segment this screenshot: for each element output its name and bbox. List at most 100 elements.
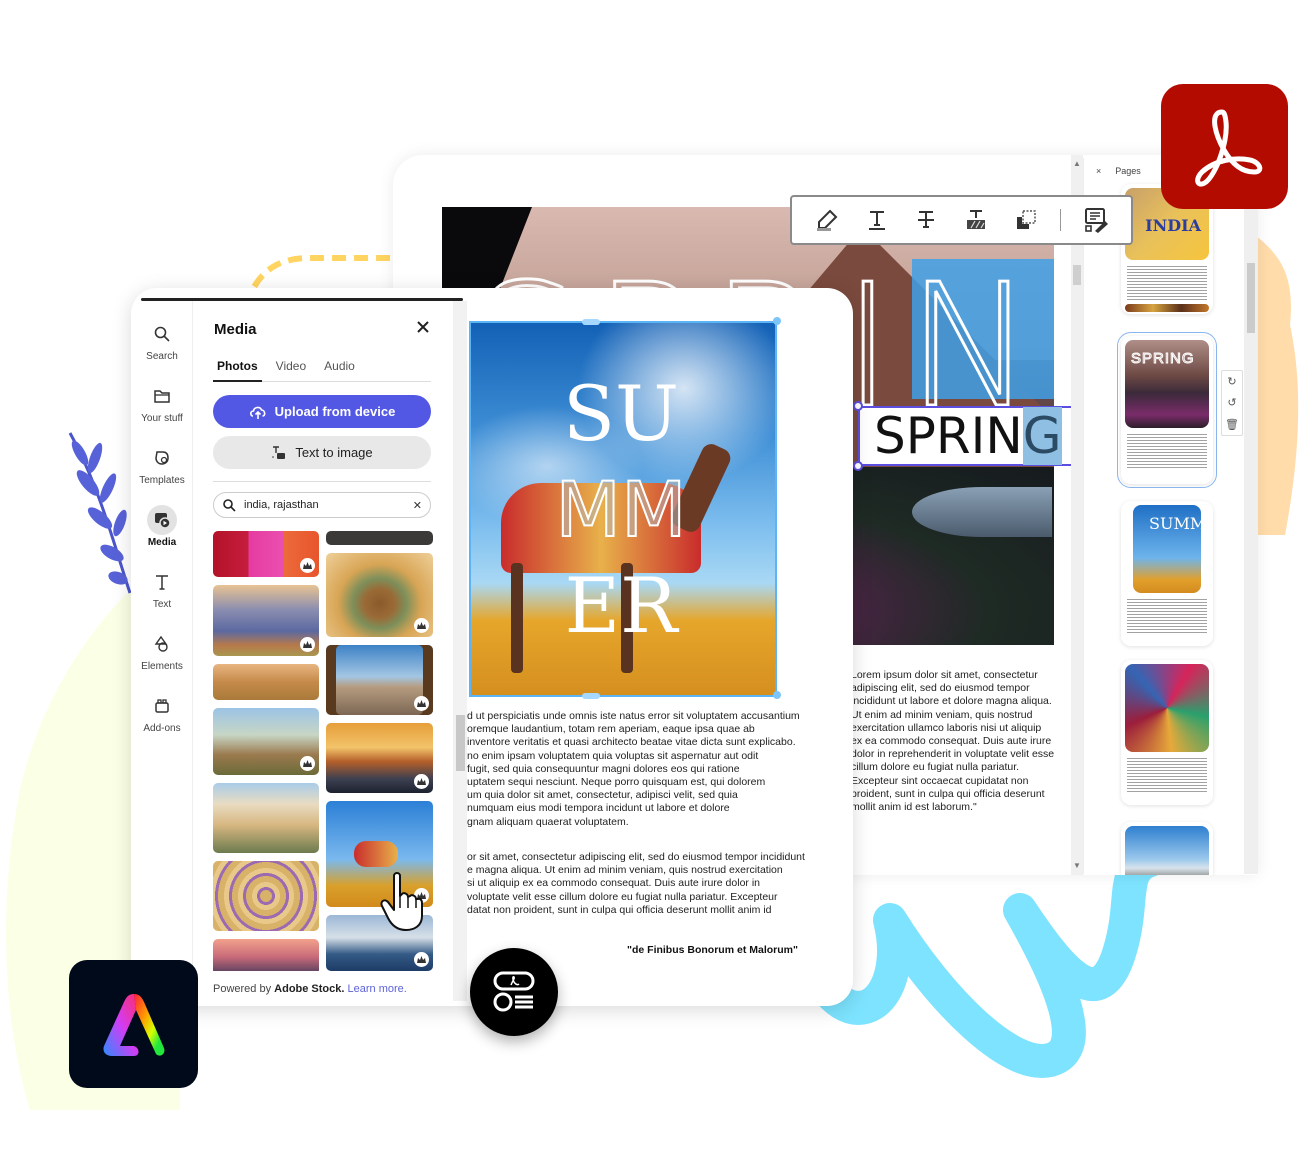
pdf-convert-icon bbox=[493, 971, 535, 1012]
scroll-thumb[interactable] bbox=[1073, 265, 1081, 285]
pages-title: Pages bbox=[1115, 166, 1141, 176]
rail-item-your-stuff[interactable]: Your stuff bbox=[133, 381, 191, 424]
addons-icon bbox=[155, 699, 169, 713]
summer-line-1[interactable]: SU bbox=[511, 375, 731, 453]
edit-text-icon bbox=[1085, 208, 1109, 233]
media-panel-scrollbar[interactable] bbox=[453, 301, 467, 1001]
powered-prefix: Powered by bbox=[213, 983, 275, 995]
photo-result[interactable] bbox=[213, 585, 319, 656]
text-to-image-button[interactable]: Text to image bbox=[213, 436, 431, 469]
acrobat-icon bbox=[1194, 109, 1262, 187]
upload-from-device-button[interactable]: Upload from device bbox=[213, 395, 431, 428]
scroll-up-arrow[interactable]: ▲ bbox=[1073, 159, 1081, 168]
pages-scroll-thumb[interactable] bbox=[1247, 263, 1255, 333]
rail-label: Search bbox=[146, 351, 178, 362]
thumbnail-text-lines bbox=[1127, 599, 1207, 633]
rail-item-templates[interactable]: Templates bbox=[133, 443, 191, 486]
elements-icon bbox=[154, 635, 168, 652]
close-icon[interactable] bbox=[415, 319, 431, 335]
selection-corner[interactable] bbox=[773, 691, 781, 699]
photo-result[interactable] bbox=[326, 531, 433, 545]
tab-video[interactable]: Video bbox=[272, 358, 310, 382]
thumbnail-text-lines bbox=[1127, 434, 1207, 468]
close-pages-button[interactable]: × bbox=[1096, 166, 1101, 176]
hand-cursor-icon bbox=[380, 872, 423, 931]
rail-label: Media bbox=[147, 537, 177, 548]
photo-result[interactable] bbox=[213, 861, 319, 931]
text-to-image-label: Text to image bbox=[295, 445, 373, 460]
premium-crown-icon bbox=[300, 637, 315, 652]
strikethrough-button[interactable] bbox=[911, 205, 941, 235]
rail-label: Templates bbox=[139, 475, 185, 486]
photo-result[interactable] bbox=[326, 553, 433, 637]
thumbnail-text-lines bbox=[1127, 266, 1207, 302]
photo-result[interactable] bbox=[213, 939, 319, 971]
spring-thumb-label: SPRING bbox=[1131, 350, 1195, 368]
body-paragraph-2[interactable]: or sit amet, consectetur adipiscing elit… bbox=[467, 851, 817, 917]
text-icon bbox=[156, 575, 168, 590]
highlight-button[interactable] bbox=[812, 205, 842, 235]
rail-item-text[interactable]: Text bbox=[133, 567, 191, 610]
body-paragraph-1[interactable]: d ut perspiciatis unde omnis iste natus … bbox=[467, 710, 817, 829]
scroll-down-arrow[interactable]: ▼ bbox=[1073, 861, 1081, 870]
adobe-express-icon bbox=[102, 994, 164, 1056]
underline-button[interactable] bbox=[862, 205, 892, 235]
rotate-clockwise-icon[interactable]: ↻ bbox=[1227, 375, 1236, 388]
body-text-column[interactable]: Lorem ipsum dolor sit amet, consectetur … bbox=[851, 669, 1071, 814]
page-thumbnail-spring[interactable]: SPRING bbox=[1117, 332, 1217, 488]
edit-text-button[interactable] bbox=[1081, 205, 1111, 235]
spices-strip bbox=[1125, 304, 1209, 312]
page-thumbnail-summer[interactable]: SUMMER bbox=[1121, 501, 1213, 646]
photo-result[interactable] bbox=[213, 531, 319, 577]
spring-text-box[interactable]: SPRING bbox=[858, 406, 1090, 466]
underline-icon bbox=[868, 211, 885, 230]
media-icon bbox=[155, 513, 171, 529]
resize-handle[interactable] bbox=[853, 401, 863, 411]
rail-item-search[interactable]: Search bbox=[133, 319, 191, 362]
premium-crown-icon bbox=[414, 696, 429, 711]
rail-item-media[interactable]: Media bbox=[133, 505, 191, 548]
selection-handle[interactable] bbox=[582, 319, 600, 325]
tab-photos[interactable]: Photos bbox=[213, 358, 262, 382]
acrobat-logo bbox=[1161, 84, 1288, 209]
clear-search-icon[interactable]: ✕ bbox=[413, 499, 422, 512]
india-thumb-label: INDIA bbox=[1145, 216, 1201, 235]
delete-page-icon[interactable]: 🗑 bbox=[1225, 418, 1239, 431]
divider bbox=[213, 481, 431, 482]
media-search-input[interactable] bbox=[244, 499, 405, 511]
document-scrollbar[interactable]: ▲ ▼ bbox=[1071, 155, 1083, 875]
photo-result[interactable] bbox=[213, 783, 319, 853]
page-thumbnail-textiles[interactable] bbox=[1121, 660, 1213, 805]
summer-line-3[interactable]: ER bbox=[511, 567, 731, 645]
rail-item-add-ons[interactable]: Add-ons bbox=[133, 691, 191, 734]
selection-corner[interactable] bbox=[773, 317, 781, 325]
copy-button[interactable] bbox=[1011, 205, 1041, 235]
spring-text-selected: G bbox=[1022, 407, 1062, 465]
premium-crown-icon bbox=[300, 558, 315, 573]
media-search-field[interactable]: ✕ bbox=[213, 492, 431, 518]
page-thumbnail-mountains[interactable] bbox=[1121, 822, 1213, 875]
express-window: Search Your stuff Templates Media Text E… bbox=[131, 288, 853, 1006]
summer-line-2[interactable]: MM bbox=[511, 470, 731, 550]
resize-handle[interactable] bbox=[853, 461, 863, 471]
quote-attribution[interactable]: "de Finibus Bonorum et Malorum" bbox=[627, 944, 798, 956]
summer-thumb-image: SUMMER bbox=[1133, 505, 1213, 593]
pages-scrollbar[interactable] bbox=[1244, 158, 1258, 874]
photo-result[interactable] bbox=[213, 708, 319, 775]
summer-camel-image[interactable]: SU MM ER bbox=[469, 321, 777, 697]
media-scroll-thumb[interactable] bbox=[456, 715, 465, 771]
acrobat-actions-button[interactable] bbox=[470, 948, 558, 1036]
pages-header: × Pages bbox=[1096, 166, 1141, 176]
rotate-counterclockwise-icon[interactable]: ↺ bbox=[1227, 396, 1236, 409]
photo-result[interactable] bbox=[213, 664, 319, 700]
replace-text-button[interactable] bbox=[961, 205, 991, 235]
selection-handle[interactable] bbox=[582, 693, 600, 699]
photo-result[interactable] bbox=[326, 645, 433, 715]
rail-item-elements[interactable]: Elements bbox=[133, 629, 191, 672]
learn-more-link[interactable]: Learn more. bbox=[348, 983, 407, 995]
media-tabs: Photos Video Audio bbox=[213, 358, 431, 382]
premium-crown-icon bbox=[300, 756, 315, 771]
rail-label: Elements bbox=[141, 661, 183, 672]
photo-result[interactable] bbox=[326, 723, 433, 793]
tab-audio[interactable]: Audio bbox=[320, 358, 359, 382]
